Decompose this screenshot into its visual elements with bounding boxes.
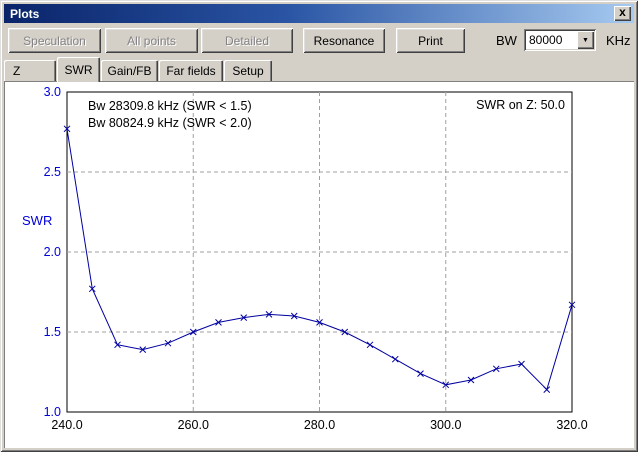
bandwidth-annotation-1: Bw 28309.8 kHz (SWR < 1.5) bbox=[88, 99, 252, 113]
x-tick-label: 240.0 bbox=[51, 418, 82, 432]
tab-setup[interactable]: Setup bbox=[224, 60, 272, 81]
unit-label: KHz bbox=[606, 33, 631, 48]
y-tick-label: 3.0 bbox=[44, 85, 61, 99]
x-tick-label: 280.0 bbox=[304, 418, 335, 432]
detailed-button: Detailed bbox=[201, 28, 293, 53]
bw-dropdown-button[interactable]: ▼ bbox=[577, 31, 594, 49]
print-button[interactable]: Print bbox=[396, 28, 465, 53]
y-tick-label: 1.0 bbox=[44, 405, 61, 419]
tab-far-fields[interactable]: Far fields bbox=[159, 60, 223, 81]
y-tick-label: 2.0 bbox=[44, 245, 61, 259]
swr-chart: 3.0 2.5 2.0 1.5 1.0240.0 260.0 280.0 300.0 320.0 bbox=[44, 85, 588, 432]
close-icon: x bbox=[619, 5, 626, 19]
bw-label: BW bbox=[496, 33, 517, 48]
impedance-annotation: SWR on Z: 50.0 bbox=[476, 98, 565, 112]
y-axis-label: SWR bbox=[22, 213, 53, 228]
plots-window: Plots x BW 80000 ▼ KHz Speculation All po… bbox=[0, 0, 638, 452]
x-tick-label: 260.0 bbox=[178, 418, 209, 432]
close-button[interactable]: x bbox=[614, 6, 631, 21]
bandwidth-annotations: Bw 28309.8 kHz (SWR < 1.5) Bw 80824.9 kH… bbox=[88, 98, 252, 132]
resonance-button[interactable]: Resonance bbox=[303, 28, 385, 53]
y-tick-label: 1.5 bbox=[44, 325, 61, 339]
x-tick-label: 300.0 bbox=[430, 418, 461, 432]
x-tick-label: 320.0 bbox=[556, 418, 587, 432]
bandwidth-annotation-2: Bw 80824.9 kHz (SWR < 2.0) bbox=[88, 116, 252, 130]
tab-gain-fb[interactable]: Gain/FB bbox=[101, 60, 158, 81]
all-points-button: All points bbox=[105, 28, 198, 53]
plot-page: 3.0 2.5 2.0 1.5 1.0 240.0 260.0 280.0 300.0 320.0… bbox=[4, 81, 634, 448]
speculation-button: Speculation bbox=[8, 28, 101, 53]
title-bar[interactable]: Plots x bbox=[4, 4, 634, 23]
bw-combobox[interactable]: 80000 ▼ bbox=[524, 29, 596, 51]
tab-swr[interactable]: SWR bbox=[57, 57, 100, 82]
window-title: Plots bbox=[10, 6, 40, 21]
y-tick-label: 2.5 bbox=[44, 165, 61, 179]
bw-value: 80000 bbox=[529, 33, 563, 47]
chevron-down-icon: ▼ bbox=[582, 36, 589, 44]
tab-z[interactable]: Z bbox=[4, 60, 56, 81]
